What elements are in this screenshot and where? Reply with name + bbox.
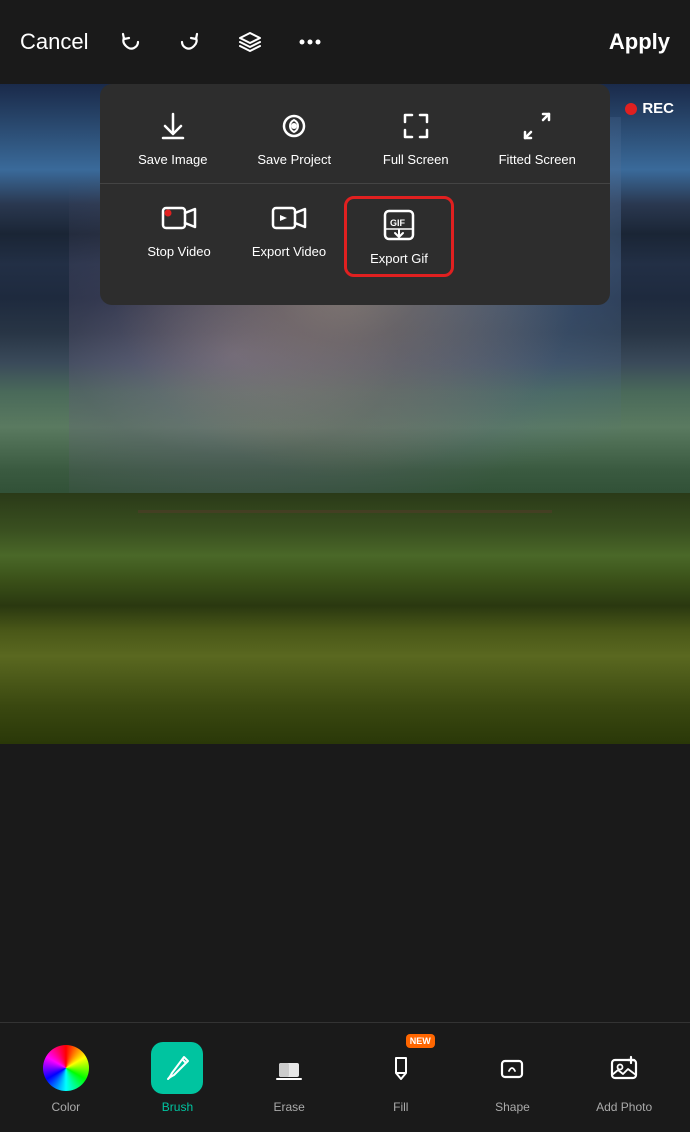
redo-button[interactable] [172, 24, 208, 60]
fill-tool[interactable]: NEW Fill [361, 1042, 441, 1114]
dropdown-menu: Save Image Save Project [100, 84, 610, 305]
stop-video-item[interactable]: Stop Video [124, 200, 234, 259]
save-project-item[interactable]: Save Project [249, 108, 339, 167]
rec-dot [625, 103, 637, 115]
save-project-icon [278, 108, 310, 144]
save-image-item[interactable]: Save Image [128, 108, 218, 167]
full-screen-item[interactable]: Full Screen [371, 108, 461, 167]
brush-label: Brush [162, 1100, 193, 1114]
export-gif-item[interactable]: GIF Export Gif [344, 196, 454, 277]
save-image-icon [157, 108, 189, 144]
export-gif-label: Export Gif [370, 251, 428, 266]
color-wheel-icon [43, 1045, 89, 1091]
rec-badge: REC [625, 100, 674, 117]
full-screen-icon [400, 108, 432, 144]
fill-icon [386, 1053, 416, 1083]
top-bar: Cancel Ap [0, 0, 690, 84]
shape-icon [497, 1053, 527, 1083]
more-button[interactable] [292, 24, 328, 60]
apply-button[interactable]: Apply [609, 29, 670, 55]
menu-row-1: Save Image Save Project [100, 100, 610, 183]
export-gif-icon: GIF [381, 207, 417, 243]
fitted-screen-item[interactable]: Fitted Screen [492, 108, 582, 167]
shape-tool[interactable]: Shape [472, 1042, 552, 1114]
bottom-toolbar: Color Brush Erase NEW [0, 1022, 690, 1132]
layers-icon [236, 28, 264, 56]
erase-icon [274, 1053, 304, 1083]
save-project-label: Save Project [257, 152, 331, 167]
fitted-screen-icon [521, 108, 553, 144]
save-image-label: Save Image [138, 152, 207, 167]
erase-icon-wrap [263, 1042, 315, 1094]
more-icon [296, 28, 324, 56]
erase-tool[interactable]: Erase [249, 1042, 329, 1114]
layers-button[interactable] [232, 24, 268, 60]
road-layer [138, 510, 552, 513]
full-screen-label: Full Screen [383, 152, 449, 167]
bottom-dark-area [0, 744, 690, 1026]
export-video-icon [271, 200, 307, 236]
export-video-item[interactable]: Export Video [234, 200, 344, 259]
brush-icon-wrap [151, 1042, 203, 1094]
stop-video-label: Stop Video [147, 244, 210, 259]
undo-icon [116, 28, 144, 56]
color-label: Color [51, 1100, 80, 1114]
color-wheel-wrap [40, 1042, 92, 1094]
erase-label: Erase [273, 1100, 304, 1114]
new-badge: NEW [406, 1034, 435, 1048]
brush-tool[interactable]: Brush [137, 1042, 217, 1114]
svg-text:GIF: GIF [390, 218, 406, 228]
fill-label: Fill [393, 1100, 408, 1114]
redo-icon [176, 28, 204, 56]
ground-layer [0, 493, 690, 744]
export-video-label: Export Video [252, 244, 326, 259]
fill-icon-wrap: NEW [375, 1042, 427, 1094]
menu-row-2: Stop Video Export Video GIF [100, 183, 610, 297]
add-photo-icon-wrap [598, 1042, 650, 1094]
add-photo-label: Add Photo [596, 1100, 652, 1114]
shape-label: Shape [495, 1100, 530, 1114]
undo-button[interactable] [112, 24, 148, 60]
brush-icon [162, 1053, 192, 1083]
cancel-button[interactable]: Cancel [20, 29, 88, 55]
add-photo-tool[interactable]: Add Photo [584, 1042, 664, 1114]
top-bar-left: Cancel [20, 24, 328, 60]
rec-label: REC [642, 100, 674, 117]
add-photo-icon [609, 1053, 639, 1083]
stop-video-icon [161, 200, 197, 236]
color-tool[interactable]: Color [26, 1042, 106, 1114]
fitted-screen-label: Fitted Screen [499, 152, 576, 167]
shape-icon-wrap [486, 1042, 538, 1094]
